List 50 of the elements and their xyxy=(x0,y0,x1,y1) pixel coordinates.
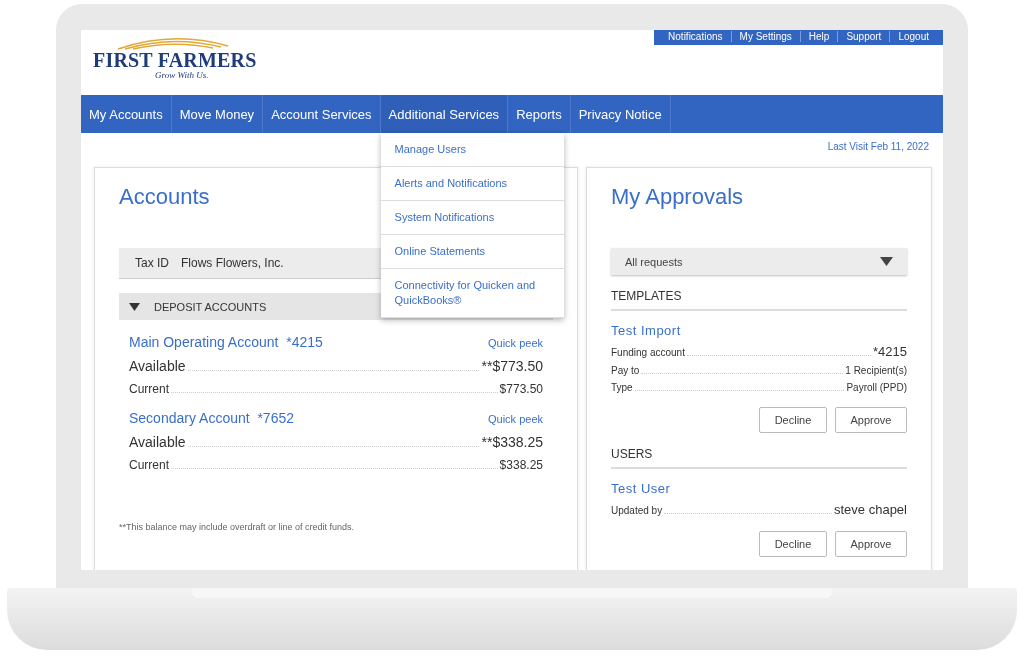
section-heading: USERS xyxy=(611,433,907,469)
company-name: Flows Flowers, Inc. xyxy=(181,256,284,270)
utility-link[interactable]: Logout xyxy=(889,31,937,42)
quick-peek-link[interactable]: Quick peek xyxy=(487,413,543,425)
utility-link[interactable]: My Settings xyxy=(730,31,800,42)
balance-label: Current xyxy=(129,382,169,396)
account-link[interactable]: Main Operating Account *4215 xyxy=(129,334,323,350)
brand-tagline: Grow With Us. xyxy=(155,70,209,80)
balance-value: **$773.50 xyxy=(481,358,543,374)
balance-value: $773.50 xyxy=(499,382,543,396)
action-button[interactable]: Decline xyxy=(759,407,827,433)
balance-value: **$338.25 xyxy=(481,434,543,450)
section-heading: TEMPLATES xyxy=(611,275,907,311)
quick-peek-link[interactable]: Quick peek xyxy=(487,337,543,349)
nav-tab[interactable]: Move Money xyxy=(171,95,264,133)
brand-name: FIRST FARMERS xyxy=(93,50,257,70)
group-label: DEPOSIT ACCOUNTS xyxy=(154,300,267,313)
balance-label: Current xyxy=(129,458,169,472)
utility-link[interactable]: Support xyxy=(837,31,890,42)
card-title: Accounts xyxy=(119,184,210,210)
nav-tab[interactable]: Reports xyxy=(508,95,571,133)
tax-id-label: Tax ID xyxy=(135,256,169,270)
detail-label: Updated by xyxy=(611,505,663,516)
action-button[interactable]: Approve xyxy=(835,407,907,433)
action-button[interactable]: Decline xyxy=(759,531,827,557)
detail-value: Payroll (PPD) xyxy=(846,382,907,393)
action-button[interactable]: Approve xyxy=(835,531,907,557)
account-link[interactable]: Secondary Account *7652 xyxy=(129,410,294,426)
balance-label: Available xyxy=(129,434,186,450)
menu-item[interactable]: Manage Users xyxy=(380,133,564,167)
detail-label: Pay to xyxy=(611,365,640,376)
request-link[interactable]: Test User xyxy=(611,481,907,496)
nav-tab[interactable]: Account Services xyxy=(263,95,381,133)
detail-value: steve chapel xyxy=(834,502,907,517)
footnote: **This balance may include overdraft or line of credit funds. xyxy=(118,522,356,532)
detail-value: 1 Recipient(s) xyxy=(845,365,907,376)
nav-tab[interactable]: My Accounts xyxy=(81,95,172,133)
utility-link[interactable]: Notifications xyxy=(660,31,731,42)
nav-tab[interactable]: Privacy Notice xyxy=(570,95,671,133)
request-link[interactable]: Test Import xyxy=(611,323,907,338)
dropdown-arrow-icon xyxy=(880,257,893,266)
balance-label: Available xyxy=(129,358,186,374)
detail-label: Type xyxy=(611,382,633,393)
last-visit-text: Last Visit Feb 11, 2022 xyxy=(827,141,929,152)
balance-value: $338.25 xyxy=(499,458,543,472)
detail-value: *4215 xyxy=(873,344,907,359)
detail-label: Funding account xyxy=(611,347,685,358)
card-title: My Approvals xyxy=(611,184,744,210)
filter-dropdown[interactable]: All requests xyxy=(611,248,907,275)
utility-link[interactable]: Help xyxy=(799,31,838,42)
